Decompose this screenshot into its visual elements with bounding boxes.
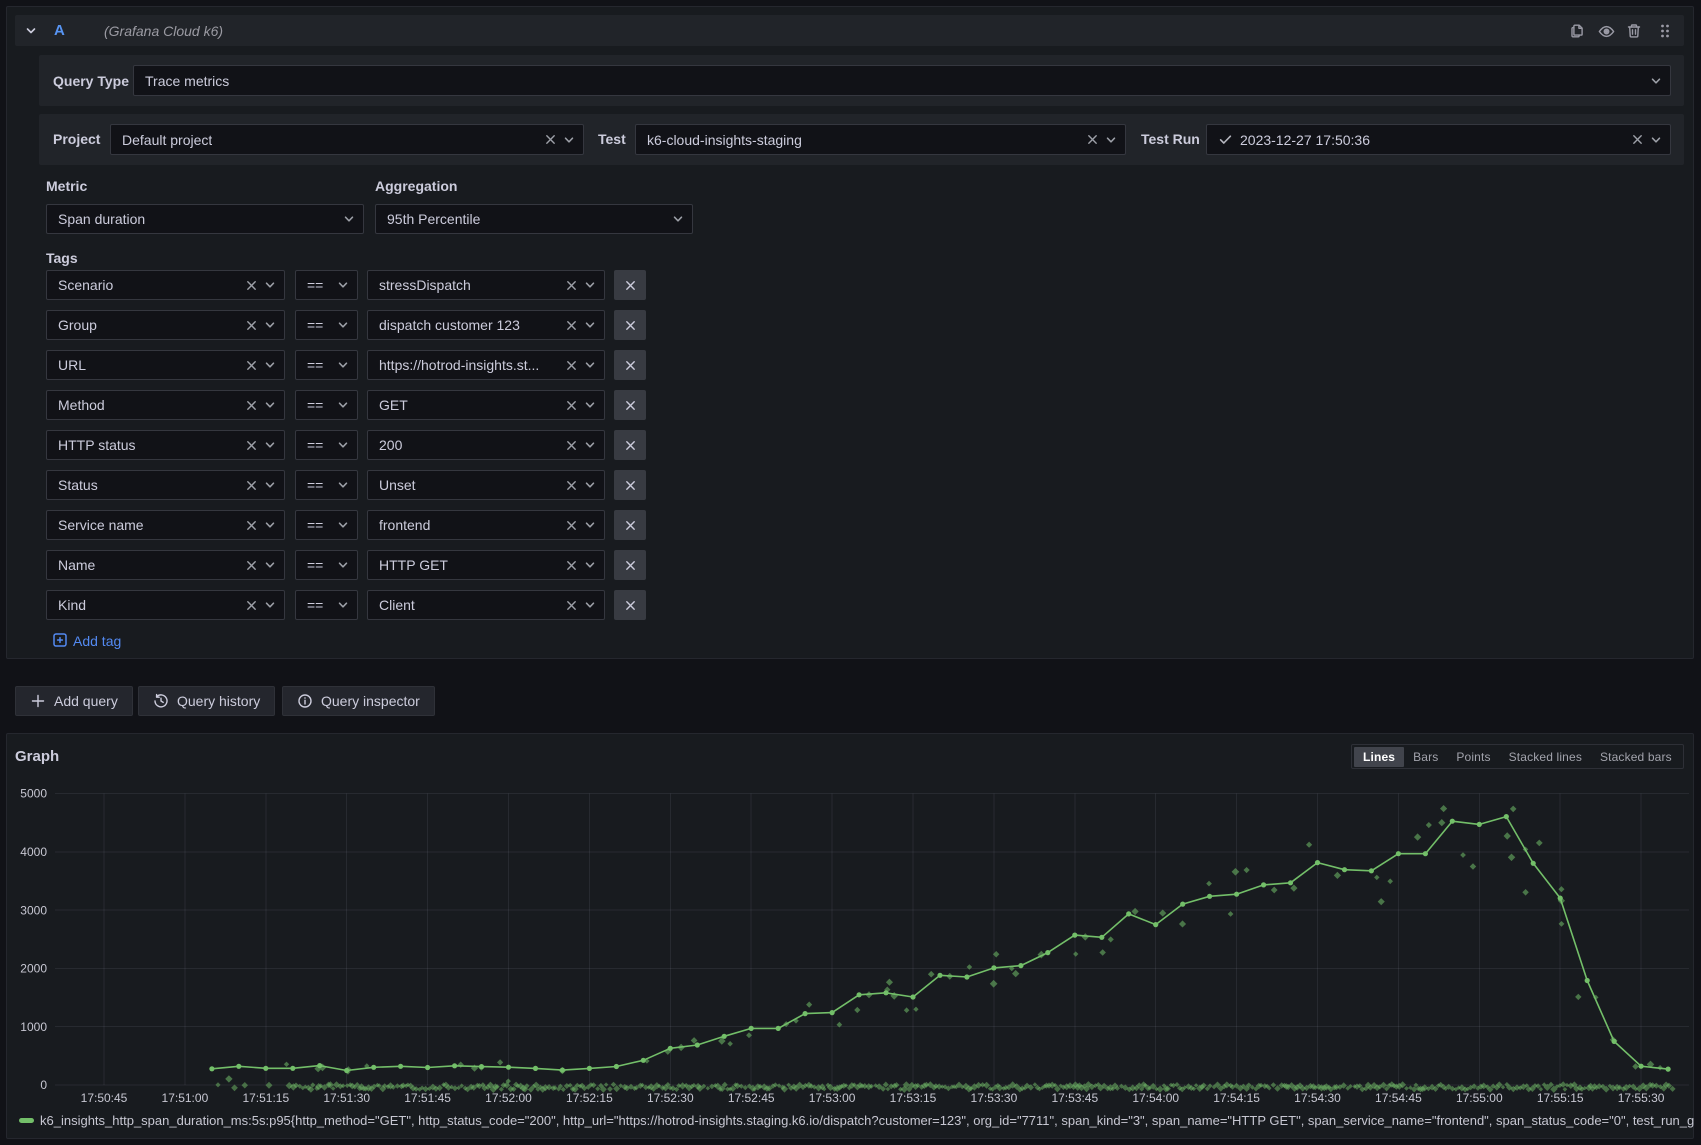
svg-text:17:51:45: 17:51:45	[404, 1091, 451, 1105]
svg-text:17:54:00: 17:54:00	[1132, 1091, 1179, 1105]
svg-text:17:52:15: 17:52:15	[566, 1091, 613, 1105]
svg-text:17:53:45: 17:53:45	[1051, 1091, 1098, 1105]
svg-text:17:52:00: 17:52:00	[485, 1091, 532, 1105]
svg-text:2000: 2000	[20, 962, 47, 976]
svg-text:17:55:15: 17:55:15	[1537, 1091, 1584, 1105]
svg-text:17:55:00: 17:55:00	[1456, 1091, 1503, 1105]
svg-text:17:52:45: 17:52:45	[728, 1091, 775, 1105]
svg-text:17:53:15: 17:53:15	[890, 1091, 937, 1105]
svg-text:17:54:30: 17:54:30	[1294, 1091, 1341, 1105]
svg-text:17:55:30: 17:55:30	[1618, 1091, 1665, 1105]
svg-text:17:50:45: 17:50:45	[81, 1091, 128, 1105]
svg-text:4000: 4000	[20, 845, 47, 859]
svg-text:17:51:00: 17:51:00	[162, 1091, 209, 1105]
svg-text:17:51:30: 17:51:30	[323, 1091, 370, 1105]
svg-text:0: 0	[40, 1078, 47, 1092]
svg-text:17:54:45: 17:54:45	[1375, 1091, 1422, 1105]
svg-text:1000: 1000	[20, 1020, 47, 1034]
svg-text:17:54:15: 17:54:15	[1213, 1091, 1260, 1105]
svg-text:3000: 3000	[20, 903, 47, 917]
svg-text:17:52:30: 17:52:30	[647, 1091, 694, 1105]
svg-text:17:53:30: 17:53:30	[971, 1091, 1018, 1105]
svg-text:17:53:00: 17:53:00	[809, 1091, 856, 1105]
svg-text:5000: 5000	[20, 787, 47, 801]
svg-text:17:51:15: 17:51:15	[242, 1091, 289, 1105]
